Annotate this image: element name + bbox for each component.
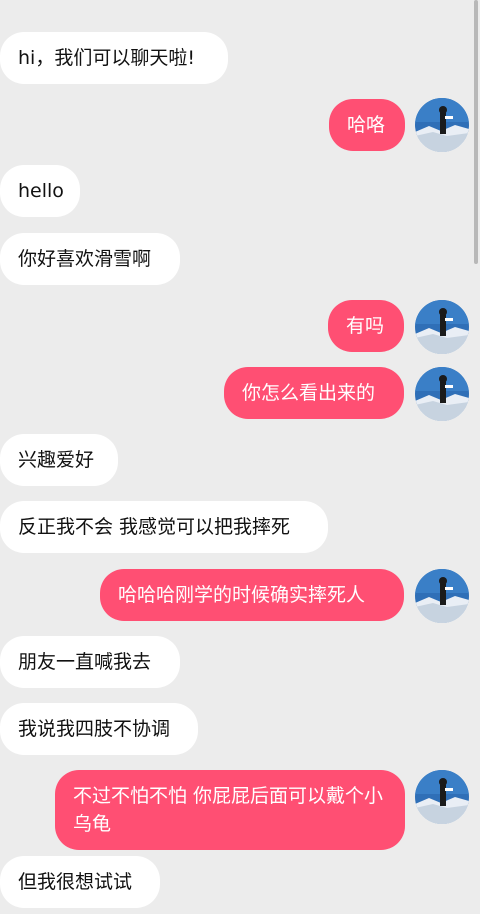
skier-avatar-icon[interactable] [415, 770, 469, 824]
message-bubble-incoming[interactable]: 兴趣爱好 [0, 434, 118, 486]
message-bubble-outgoing[interactable]: 哈咯 [329, 99, 405, 151]
message-bubble-outgoing[interactable]: 有吗 [328, 300, 404, 352]
message-bubble-outgoing[interactable]: 哈哈哈刚学的时候确实摔死人 [100, 569, 404, 621]
message-bubble-outgoing[interactable]: 你怎么看出来的 [224, 367, 404, 419]
message-bubble-incoming[interactable]: hi，我们可以聊天啦! [0, 32, 228, 84]
skier-avatar-icon[interactable] [415, 98, 469, 152]
message-bubble-incoming[interactable]: 反正我不会 我感觉可以把我摔死 [0, 501, 328, 553]
message-bubble-incoming[interactable]: 我说我四肢不协调 [0, 703, 198, 755]
message-bubble-incoming[interactable]: hello [0, 165, 80, 217]
message-bubble-incoming[interactable]: 朋友一直喊我去 [0, 636, 180, 688]
scrollbar[interactable] [474, 0, 478, 264]
skier-avatar-icon[interactable] [415, 300, 469, 354]
chat-message-list[interactable]: hi，我们可以聊天啦! 哈咯 hello 你好喜欢滑雪啊 有吗 你怎么看出来的 [0, 0, 480, 914]
message-bubble-incoming[interactable]: 你好喜欢滑雪啊 [0, 233, 180, 285]
skier-avatar-icon[interactable] [415, 367, 469, 421]
skier-avatar-icon[interactable] [415, 569, 469, 623]
message-bubble-incoming[interactable]: 但我很想试试 [0, 856, 160, 908]
message-bubble-outgoing[interactable]: 不过不怕不怕 你屁屁后面可以戴个小乌龟 [55, 770, 405, 850]
